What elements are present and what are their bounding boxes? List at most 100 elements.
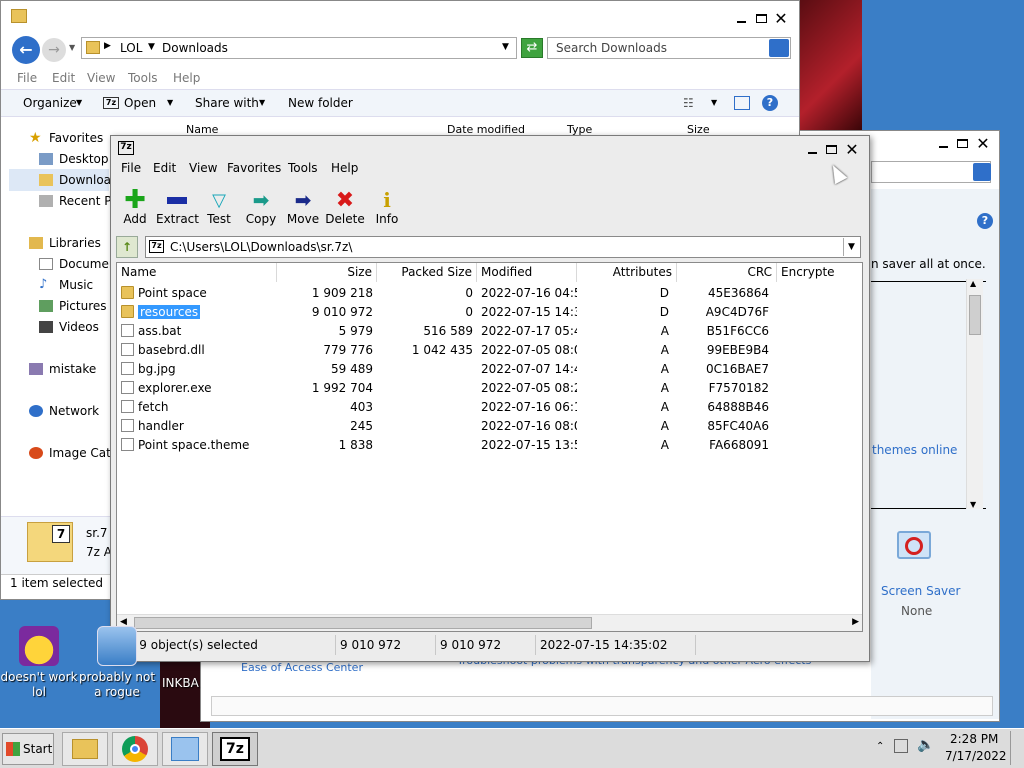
file-row[interactable]: handler 245 2022-07-16 08:01 A 85FC40A6 bbox=[117, 417, 862, 436]
add-button[interactable]: ✚ Add bbox=[114, 185, 156, 226]
back-arrow-icon[interactable]: ← bbox=[12, 36, 40, 64]
desktop-icon-yahoo[interactable]: doesn't work lol bbox=[0, 626, 78, 700]
clock-time[interactable]: 2:28 PM bbox=[950, 732, 998, 746]
address-dropdown-icon[interactable]: ▼ bbox=[502, 42, 509, 52]
explorer-maximize-button[interactable] bbox=[752, 10, 770, 26]
taskbar-explorer[interactable] bbox=[62, 732, 108, 766]
7zip-menu-favorites[interactable]: Favorites bbox=[227, 161, 281, 175]
explorer-menu-tools[interactable]: Tools bbox=[128, 71, 158, 85]
bg-close-button[interactable]: ✕ bbox=[974, 134, 992, 153]
recent-pages-chevron-icon[interactable]: ▼ bbox=[69, 43, 75, 52]
file-row[interactable]: bg.jpg 59 489 2022-07-07 14:48 A 0C16BAE7 bbox=[117, 360, 862, 379]
nav-network[interactable]: Network bbox=[29, 404, 99, 418]
explorer-menu-help[interactable]: Help bbox=[173, 71, 200, 85]
bg-maximize-button[interactable] bbox=[953, 135, 971, 151]
nav-downloads[interactable]: Downloa bbox=[39, 173, 111, 187]
ease-of-access-link[interactable]: Ease of Access Center bbox=[241, 661, 363, 674]
organize-button[interactable]: Organize bbox=[23, 96, 77, 110]
file-row[interactable]: fetch 403 2022-07-16 06:14 A 64888B46 bbox=[117, 398, 862, 417]
nav-music[interactable]: ♪ Music bbox=[39, 278, 93, 292]
bg-search-icon[interactable] bbox=[973, 163, 991, 181]
file-row[interactable]: ass.bat 5 979 516 589 2022-07-17 05:45 A B51F… bbox=[117, 322, 862, 341]
explorer-menu-edit[interactable]: Edit bbox=[52, 71, 75, 85]
forward-arrow-icon[interactable]: → bbox=[42, 38, 66, 62]
nav-documents[interactable]: Documer bbox=[39, 257, 114, 271]
view-options-icon[interactable]: ☷ bbox=[683, 96, 694, 110]
nav-favorites[interactable]: ★ Favorites bbox=[29, 131, 103, 145]
breadcrumb-downloads[interactable]: Downloads bbox=[162, 41, 228, 55]
explorer-minimize-button[interactable] bbox=[732, 10, 750, 26]
bg-themes-online-link[interactable]: themes online bbox=[872, 443, 957, 457]
path-dropdown-icon[interactable]: ▼ bbox=[843, 238, 859, 256]
help-icon[interactable]: ? bbox=[762, 95, 778, 111]
bg-help-icon[interactable]: ? bbox=[977, 213, 993, 229]
7zip-menu-view[interactable]: View bbox=[189, 161, 217, 175]
explorer-menu-file[interactable]: File bbox=[17, 71, 37, 85]
search-input[interactable]: Search Downloads bbox=[547, 37, 791, 59]
nav-libraries[interactable]: Libraries bbox=[29, 236, 101, 250]
bg-minimize-button[interactable] bbox=[934, 135, 952, 151]
taskbar-7zip[interactable]: 7z bbox=[212, 732, 258, 766]
horizontal-scrollbar[interactable]: ◀ ▶ bbox=[117, 614, 862, 631]
7zip-path-field[interactable]: 7z C:\Users\LOL\Downloads\sr.7z\ ▼ bbox=[145, 236, 861, 258]
network-tray-icon[interactable] bbox=[894, 739, 908, 753]
share-with-button[interactable]: Share with bbox=[195, 96, 259, 110]
copy-button[interactable]: ➡ Copy bbox=[240, 188, 282, 226]
screen-saver-label[interactable]: Screen Saver bbox=[881, 584, 960, 598]
col-size[interactable]: Size bbox=[277, 263, 377, 282]
search-icon[interactable] bbox=[769, 39, 789, 57]
show-desktop-button[interactable] bbox=[1010, 731, 1022, 765]
volume-icon[interactable]: 🔈 bbox=[917, 737, 934, 753]
file-list[interactable]: Name Size Packed Size Modified Attribute… bbox=[116, 262, 863, 632]
7zip-window[interactable]: 7z ✕ File Edit View Favorites Tools Help… bbox=[110, 135, 870, 662]
7zip-menu-file[interactable]: File bbox=[121, 161, 141, 175]
file-row[interactable]: explorer.exe 1 992 704 2022-07-05 08:25 A F7… bbox=[117, 379, 862, 398]
taskbar-chrome[interactable] bbox=[112, 732, 158, 766]
open-button[interactable]: Open bbox=[124, 96, 156, 110]
7zip-minimize-button[interactable] bbox=[803, 141, 821, 157]
scroll-right-icon[interactable]: ▶ bbox=[852, 617, 859, 627]
extract-button[interactable]: Extract bbox=[156, 188, 199, 226]
7zip-menu-help[interactable]: Help bbox=[331, 161, 358, 175]
taskbar-control-panel[interactable] bbox=[162, 732, 208, 766]
explorer-close-button[interactable]: ✕ bbox=[772, 9, 790, 28]
nav-mistake[interactable]: mistake bbox=[29, 362, 96, 376]
col-encrypted[interactable]: Encrypte bbox=[777, 263, 862, 282]
address-bar[interactable]: ▶ LOL ▼ Downloads ▼ bbox=[81, 37, 517, 59]
file-row[interactable]: Point space 1 909 218 0 2022-07-16 04:56 D 45… bbox=[117, 284, 862, 303]
7zip-menu-edit[interactable]: Edit bbox=[153, 161, 176, 175]
desktop-icon-inkba[interactable]: INKBA bbox=[162, 626, 207, 691]
explorer-menu-view[interactable]: View bbox=[87, 71, 115, 85]
file-row[interactable]: resources 9 010 972 0 2022-07-15 14:35 D A9C4… bbox=[117, 303, 862, 322]
nav-image-catalog[interactable]: Image Cata bbox=[29, 446, 118, 460]
delete-button[interactable]: ✖ Delete bbox=[324, 188, 366, 227]
7zip-maximize-button[interactable] bbox=[822, 141, 840, 157]
test-button[interactable]: ▽ Test bbox=[198, 188, 240, 227]
col-modified[interactable]: Modified bbox=[477, 263, 577, 282]
file-row[interactable]: basebrd.dll 779 776 1 042 435 2022-07-05 08… bbox=[117, 341, 862, 360]
refresh-icon[interactable]: ⇄ bbox=[521, 38, 543, 58]
show-hidden-icons[interactable]: ⌃ bbox=[876, 741, 884, 752]
7zip-close-button[interactable]: ✕ bbox=[843, 140, 861, 159]
col-attributes[interactable]: Attributes bbox=[577, 263, 677, 282]
col-crc[interactable]: CRC bbox=[677, 263, 777, 282]
desktop-icon-rogue[interactable]: probably not a rogue bbox=[78, 626, 156, 700]
bg-scrollbar[interactable]: ▲ ▼ bbox=[966, 279, 983, 509]
nav-recent[interactable]: Recent P bbox=[39, 194, 112, 208]
file-row[interactable]: Point space.theme 1 838 2022-07-15 13:52 A F… bbox=[117, 436, 862, 455]
parent-folder-icon[interactable]: ↑ bbox=[116, 236, 138, 258]
7zip-menu-tools[interactable]: Tools bbox=[288, 161, 318, 175]
nav-desktop[interactable]: Desktop bbox=[39, 152, 109, 166]
breadcrumb-lol[interactable]: LOL bbox=[120, 41, 142, 55]
col-name[interactable]: Name bbox=[117, 263, 277, 282]
move-button[interactable]: ➡ Move bbox=[282, 188, 324, 226]
info-button[interactable]: i Info bbox=[366, 188, 408, 226]
clock-date[interactable]: 7/17/2022 bbox=[945, 749, 1007, 763]
new-folder-button[interactable]: New folder bbox=[288, 96, 353, 110]
col-packed-size[interactable]: Packed Size bbox=[377, 263, 477, 282]
preview-pane-icon[interactable] bbox=[734, 96, 750, 110]
nav-videos[interactable]: Videos bbox=[39, 320, 99, 334]
start-button[interactable]: Start bbox=[2, 733, 54, 765]
screen-saver-icon[interactable] bbox=[891, 531, 937, 571]
nav-pictures[interactable]: Pictures bbox=[39, 299, 107, 313]
